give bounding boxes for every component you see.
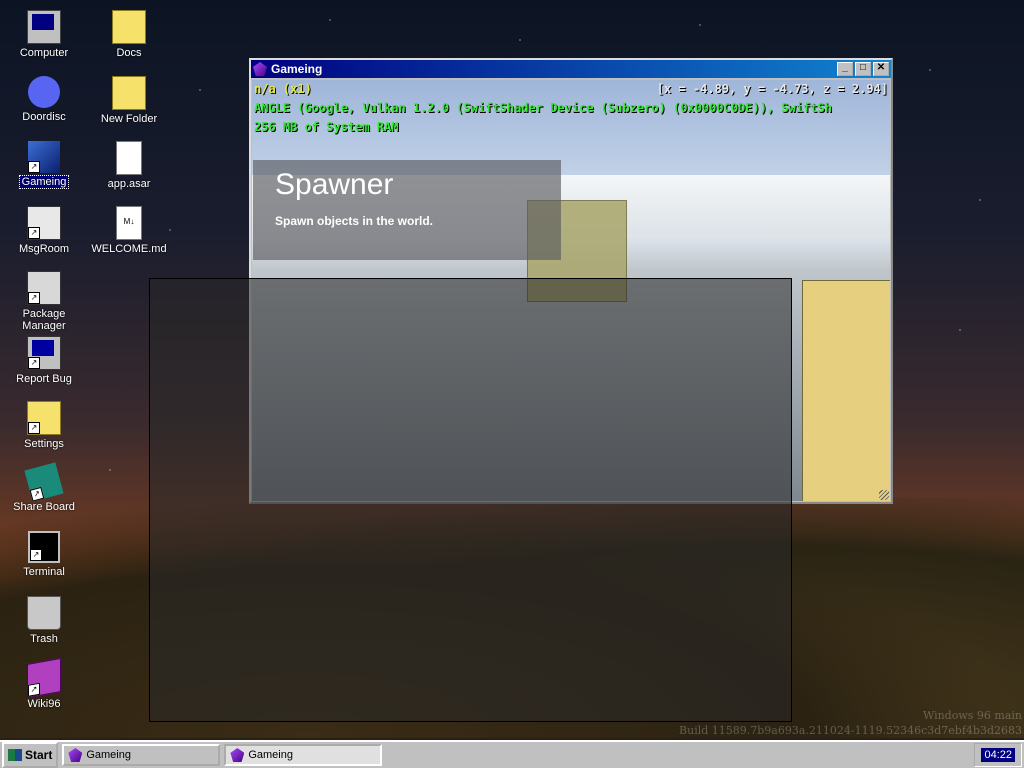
resize-grip[interactable] [879,490,889,500]
taskbar-item-label: Gameing [86,749,131,761]
shortcut-arrow-icon: ↗ [28,682,40,697]
taskbar-item-gameing[interactable]: Gameing [62,744,221,766]
spawner-title: Spawner [275,168,394,201]
start-button[interactable]: Start [2,742,59,768]
windows-logo-icon [8,749,22,761]
desktop-icon-report-bug[interactable]: ↗ Report Bug [4,336,84,385]
settings-icon: ↗ [27,401,61,435]
desktop-icon-settings[interactable]: ↗ Settings [4,401,84,450]
desktop-icon-welcome-md[interactable]: M↓ WELCOME.md [89,206,169,255]
desktop-icon-trash[interactable]: Trash [4,596,84,645]
msgroom-icon: ↗ [27,206,61,240]
hud-fps: n/a (x1) [254,82,312,96]
desktop-icon-label: New Folder [100,113,158,125]
desktop-icon-label: MsgRoom [18,243,70,255]
computer-icon [27,10,61,44]
build-watermark: Build 11589.7b9a693a.211024-1119.52346c3… [679,724,1022,737]
desktop-icon-label: Share Board [13,501,75,513]
shortcut-arrow-icon: ↗ [28,227,40,239]
folder-icon [112,10,146,44]
shortcut-arrow-icon: ↗ [28,357,40,369]
wiki96-book-icon: ↗ [27,658,61,698]
desktop-icon-label: Package Manager [22,308,66,332]
overlay-panel[interactable] [149,278,792,722]
maximize-button[interactable]: □ [855,62,871,76]
hud-renderer: ANGLE (Google, Vulkan 1.2.0 (SwiftShader… [254,101,832,115]
gameing-app-icon [230,748,245,762]
desktop-icon-share-board[interactable]: ↗ Share Board [4,462,84,513]
desktop-icon-msgroom[interactable]: ↗ MsgRoom [4,206,84,255]
share-board-icon: ↗ [24,462,64,502]
taskbar-item-label: Gameing [248,749,293,761]
desktop-icon-wiki96[interactable]: ↗ Wiki96 [4,658,84,710]
shortcut-arrow-icon: ↗ [30,549,42,561]
taskbar-item-gameing-active[interactable]: Gameing [224,744,383,766]
gameing-icon: ↗ [28,141,60,173]
desktop-icon-computer[interactable]: Computer [4,10,84,59]
desktop-icon-app-asar[interactable]: app.asar [89,141,169,190]
markdown-file-icon: M↓ [116,206,142,240]
desktop-icon-label: Terminal [23,566,65,578]
close-button[interactable]: ✕ [873,62,889,76]
shortcut-arrow-icon: ↗ [28,422,40,434]
version-watermark: Windows 96 main [922,709,1022,722]
shortcut-arrow-icon: ↗ [29,486,45,502]
system-tray: 04:22 [974,743,1022,767]
desktop-icon-label: Wiki96 [27,698,61,710]
gameing-app-icon [253,62,267,76]
desktop-icon-label: Gameing [18,175,70,189]
desktop-icon-label: Settings [24,438,64,450]
desktop-icon-label: Report Bug [16,373,72,385]
gameing-app-icon [68,748,83,762]
desktop-icon-label: Doordisc [22,111,66,123]
minimize-button[interactable]: _ [837,62,853,76]
hud-coordinates: [x = -4.89, y = -4.73, z = 2.94] [656,82,888,96]
hud-ram: 256 MB of System RAM [254,120,399,134]
window-titlebar[interactable]: Gameing _ □ ✕ [251,60,891,78]
desktop-icon-label: Computer [19,47,69,59]
shortcut-arrow-icon: ↗ [28,292,40,304]
clock[interactable]: 04:22 [981,748,1015,762]
desktop-icon-label: WELCOME.md [91,243,167,255]
package-manager-icon: ↗ [27,271,61,305]
spawner-subtitle: Spawn objects in the world. [275,214,434,228]
start-label: Start [25,748,53,762]
taskbar: Start Gameing Gameing 04:22 [0,740,1024,768]
terminal-icon: ↗ [28,531,60,563]
desktop-icon-label: Docs [116,47,142,59]
desktop-icon-package-manager[interactable]: ↗ Package Manager [4,271,84,332]
foreground-cube [802,280,890,501]
report-bug-icon: ↗ [27,336,61,370]
desktop-icon-label: app.asar [107,178,151,190]
desktop-icon-doordisc[interactable]: Doordisc [4,76,84,123]
folder-icon [112,76,146,110]
file-icon [116,141,142,175]
desktop-icon-gameing[interactable]: ↗ Gameing [4,141,84,189]
desktop-icon-docs[interactable]: Docs [89,10,169,59]
desktop-icon-new-folder[interactable]: New Folder [89,76,169,125]
desktop-icon-label: Trash [30,633,58,645]
desktop-icon-terminal[interactable]: ↗ Terminal [4,531,84,578]
shortcut-arrow-icon: ↗ [28,161,40,173]
trash-icon [27,596,61,630]
spawner-panel: Spawner Spawn objects in the world. [253,160,561,260]
discord-icon [28,76,60,108]
window-title: Gameing [271,62,323,76]
